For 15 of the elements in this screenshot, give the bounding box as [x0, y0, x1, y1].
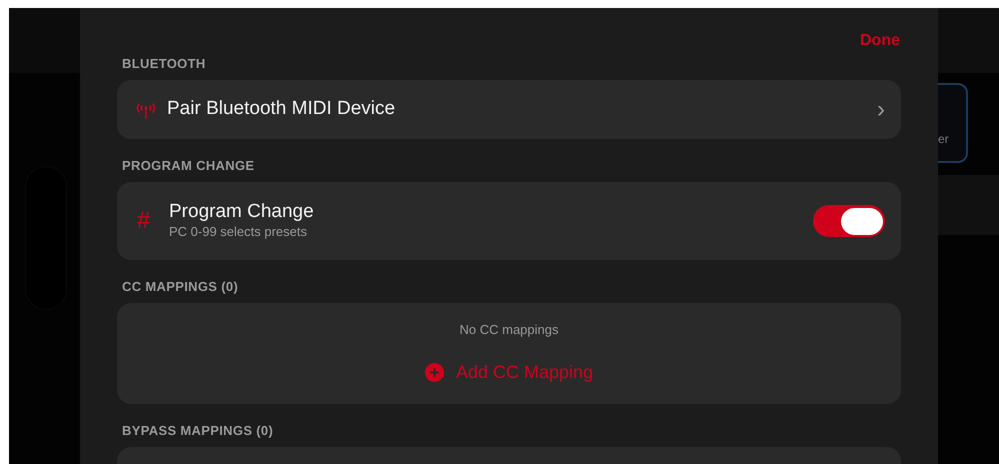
section-header: CC MAPPINGS (0) — [121, 279, 240, 295]
toggle-switch[interactable] — [813, 205, 885, 237]
section-header: BLUETOOTH — [121, 56, 207, 72]
done-button[interactable]: Done — [860, 32, 900, 50]
background-card: er — [938, 83, 968, 163]
add-mapping-button[interactable]: Add CC Mapping — [424, 361, 594, 383]
plus-circle-icon — [424, 362, 444, 382]
pair-device-row[interactable]: Pair Bluetooth MIDI Device › — [117, 80, 901, 139]
empty-message: No CC mappings — [460, 321, 558, 339]
antenna-icon — [135, 100, 157, 118]
row-title: Program Change — [169, 201, 315, 223]
row-subtitle: PC 0-99 selects presets — [169, 223, 308, 241]
section-header: BYPASS MAPPINGS (0) — [121, 423, 274, 439]
hash-icon: # — [137, 209, 157, 233]
section-header: PROGRAM CHANGE — [121, 158, 256, 174]
